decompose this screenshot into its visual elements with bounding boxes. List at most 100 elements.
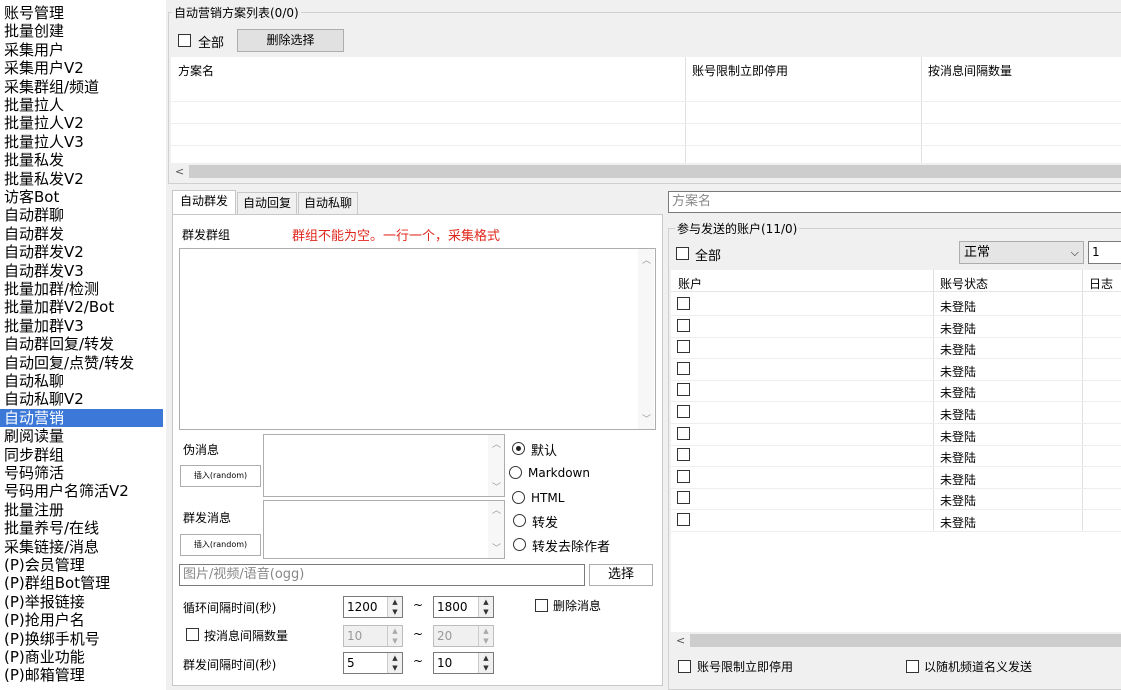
broadcast-msg-textarea[interactable] bbox=[263, 500, 505, 559]
sidebar-item[interactable]: 批量私发V2 bbox=[0, 170, 163, 188]
account-row-checkbox[interactable] bbox=[677, 426, 690, 440]
tab-auto-reply[interactable]: 自动回复 bbox=[237, 192, 297, 214]
sidebar-item[interactable]: 批量拉人V2 bbox=[0, 114, 163, 132]
delete-msg-checkbox[interactable] bbox=[535, 599, 548, 612]
count-input[interactable]: 1 bbox=[1088, 241, 1121, 264]
sidebar-item[interactable]: 采集链接/消息 bbox=[0, 538, 163, 556]
sidebar-item[interactable]: (P)举报链接 bbox=[0, 593, 163, 611]
random-channel-checkbox[interactable] bbox=[906, 660, 919, 673]
accounts-select-all-checkbox[interactable] bbox=[676, 247, 689, 260]
sidebar-item[interactable]: (P)换绑手机号 bbox=[0, 630, 163, 648]
sidebar-item[interactable]: (P)群组Bot管理 bbox=[0, 574, 163, 592]
limit-stop-checkbox[interactable] bbox=[678, 660, 691, 673]
send-min-spinner[interactable]: ▲ ▼ bbox=[387, 653, 402, 673]
by-msg-interval-checkbox[interactable] bbox=[186, 628, 199, 641]
sidebar-item[interactable]: 采集用户V2 bbox=[0, 59, 163, 77]
sidebar-item[interactable]: 自动群聊 bbox=[0, 206, 163, 224]
account-row-checkbox[interactable] bbox=[677, 469, 690, 483]
sidebar-item[interactable]: 自动私聊V2 bbox=[0, 390, 163, 408]
sidebar-item[interactable]: 批量创建 bbox=[0, 22, 163, 40]
tab-auto-broadcast[interactable]: 自动群发 bbox=[172, 190, 236, 215]
scroll-up-icon[interactable]: ︿ bbox=[492, 437, 501, 450]
sidebar-item[interactable]: (P)抢用户名 bbox=[0, 611, 163, 629]
status-filter-dropdown[interactable]: 正常 ⌵ bbox=[959, 241, 1084, 264]
plan-col-name: 方案名 bbox=[178, 64, 215, 78]
sidebar-item[interactable]: 同步群组 bbox=[0, 446, 163, 464]
sidebar-item[interactable]: 账号管理 bbox=[0, 4, 163, 22]
radio-forward[interactable] bbox=[513, 514, 526, 527]
scroll-up-icon[interactable]: ︿ bbox=[642, 253, 651, 266]
plan-select-all-checkbox[interactable] bbox=[178, 34, 191, 47]
fake-msg-textarea[interactable] bbox=[263, 434, 505, 497]
scroll-left-icon[interactable]: < bbox=[676, 634, 685, 647]
insert-random-button-1[interactable]: 插入(random) bbox=[180, 465, 261, 487]
radio-default[interactable] bbox=[512, 442, 525, 455]
sidebar-item[interactable]: 批量拉人 bbox=[0, 96, 163, 114]
account-row-checkbox[interactable] bbox=[677, 491, 690, 505]
plan-row-line bbox=[171, 101, 1121, 102]
account-row-checkbox[interactable] bbox=[677, 318, 690, 332]
sidebar-item[interactable]: 刷阅读量 bbox=[0, 427, 163, 445]
account-row-checkbox[interactable] bbox=[677, 361, 690, 375]
loop-min-spinner[interactable]: ▲ ▼ bbox=[387, 597, 402, 617]
sidebar-item[interactable]: 自动群回复/转发 bbox=[0, 335, 163, 353]
loop-max-spinner[interactable]: ▲ ▼ bbox=[478, 597, 493, 617]
sidebar-item[interactable]: 批量拉人V3 bbox=[0, 133, 163, 151]
account-row-checkbox[interactable] bbox=[677, 297, 690, 310]
scroll-up-icon[interactable]: ︿ bbox=[492, 503, 501, 516]
by-msg-interval-label: 按消息间隔数量 bbox=[204, 629, 289, 643]
sidebar-item[interactable]: 批量私发 bbox=[0, 151, 163, 169]
account-row-checkbox[interactable] bbox=[677, 448, 690, 462]
accounts-hscroll-thumb[interactable] bbox=[690, 634, 1121, 647]
media-path-input[interactable]: 图片/视频/语音(ogg) bbox=[179, 564, 585, 586]
radio-markdown[interactable] bbox=[509, 466, 522, 479]
scroll-down-icon[interactable]: ﹀ bbox=[492, 480, 501, 493]
scroll-down-icon[interactable]: ﹀ bbox=[492, 541, 501, 554]
msg-interval-min-spinner[interactable]: ▲ ▼ bbox=[387, 626, 402, 646]
limit-stop-label: 账号限制立即停用 bbox=[697, 660, 794, 674]
plan-hscroll-thumb[interactable] bbox=[189, 165, 1121, 178]
sidebar-item[interactable]: 自动回复/点赞/转发 bbox=[0, 354, 163, 372]
sidebar-item[interactable]: (P)邮箱管理 bbox=[0, 666, 163, 684]
sidebar-item[interactable]: 采集用户 bbox=[0, 41, 163, 59]
sidebar-item[interactable]: 批量注册 bbox=[0, 501, 163, 519]
sidebar-item[interactable]: 访客Bot bbox=[0, 188, 163, 206]
accounts-col-status: 账号状态 bbox=[940, 277, 989, 291]
sidebar-item[interactable]: 号码筛活 bbox=[0, 464, 163, 482]
account-row-line bbox=[671, 444, 1121, 446]
sidebar-item[interactable]: 批量养号/在线 bbox=[0, 519, 163, 537]
scroll-left-icon[interactable]: < bbox=[175, 165, 184, 178]
account-row-checkbox[interactable] bbox=[677, 513, 690, 526]
scroll-down-icon[interactable]: ﹀ bbox=[642, 412, 651, 425]
account-row-checkbox[interactable] bbox=[677, 383, 690, 397]
send-max-spinner[interactable]: ▲ ▼ bbox=[478, 653, 493, 673]
sidebar-item[interactable]: 自动群发V3 bbox=[0, 262, 163, 280]
plan-name-input[interactable]: 方案名 bbox=[668, 191, 1121, 213]
group-textarea[interactable] bbox=[179, 248, 656, 430]
sidebar-item[interactable]: 批量加群V2/Bot bbox=[0, 298, 163, 316]
sidebar-item[interactable]: (P)商业功能 bbox=[0, 648, 163, 666]
sidebar-item[interactable]: 采集群组/频道 bbox=[0, 78, 163, 96]
sidebar: 账号管理 批量创建 采集用户 采集用户V2 采集群组/频道 批量拉人 批量拉人V2 批量拉人V… bbox=[0, 0, 166, 690]
sidebar-item[interactable]: 号码用户名筛活V2 bbox=[0, 482, 163, 500]
sidebar-item[interactable]: (P)会员管理 bbox=[0, 556, 163, 574]
insert-random-button-2[interactable]: 插入(random) bbox=[180, 534, 261, 556]
accounts-table bbox=[671, 270, 1121, 632]
account-row-checkbox[interactable] bbox=[677, 405, 690, 418]
group-vscrollbar[interactable] bbox=[638, 249, 654, 429]
choose-file-button[interactable]: 选择 bbox=[589, 564, 653, 586]
radio-forward-no-author[interactable] bbox=[513, 538, 526, 551]
sidebar-item[interactable]: 批量加群V3 bbox=[0, 317, 163, 335]
tab-auto-private-chat[interactable]: 自动私聊 bbox=[298, 192, 358, 214]
sidebar-item[interactable]: 自动私聊 bbox=[0, 372, 163, 390]
delete-selected-button[interactable]: 删除选择 bbox=[237, 29, 344, 52]
chevron-down-icon: ⌵ bbox=[1070, 246, 1079, 259]
sidebar-item[interactable]: 自动群发V2 bbox=[0, 243, 163, 261]
radio-html-label: HTML bbox=[531, 491, 565, 505]
sidebar-item[interactable]: 自动群发 bbox=[0, 225, 163, 243]
account-row-checkbox[interactable] bbox=[677, 340, 690, 354]
sidebar-item[interactable]: 自动营销 bbox=[0, 408, 163, 428]
sidebar-item[interactable]: 批量加群/检测 bbox=[0, 280, 163, 298]
radio-html[interactable] bbox=[512, 491, 525, 504]
msg-interval-max-spinner[interactable]: ▲ ▼ bbox=[478, 626, 493, 646]
